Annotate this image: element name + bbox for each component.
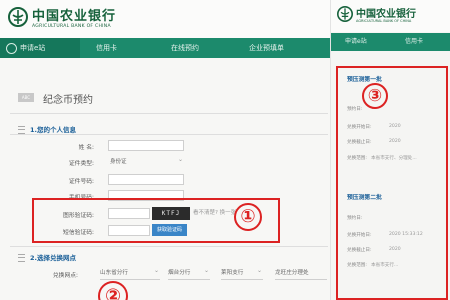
heading-badge: ABC [18,93,34,102]
nav-credit-card[interactable]: 信用卡 [96,38,117,58]
chevron-down-icon: ⌄ [178,156,184,163]
annotation-box-batches [336,66,448,300]
section-list-icon [18,126,25,134]
chevron-down-icon: ⌄ [256,267,262,274]
id-type-label: 证件类型: [68,161,94,167]
brand-header: 中国农业银行 AGRICULTURAL BANK OF CHINA [331,0,450,32]
brand-header: 中国农业银行 AGRICULTURAL BANK OF CHINA [0,0,330,38]
outlet-label: 兑换网点: [52,273,78,279]
annotation-marker-3: ③ [362,83,388,109]
main-nav: 申请e站 信用卡 在线预约 企业预填单 [0,38,330,58]
nav-apply-estation[interactable]: 申请e站 [345,33,367,51]
outlet-subbranch-select[interactable]: 龙旺庄分理处 [275,268,327,280]
page-title: 纪念币预约 [43,95,93,106]
nav-online-booking[interactable]: 在线预约 [171,38,199,58]
id-number-label: 证件号码: [68,179,94,185]
section-personal-info: 1.您的个人信息 [30,126,76,134]
brand-name-en: AGRICULTURAL BANK OF CHINA [32,24,111,29]
annotation-marker-1: ① [234,203,262,231]
brand-name-en: AGRICULTURAL BANK OF CHINA [356,19,412,23]
outlet-branch-select[interactable]: 莱阳支行 ⌄ [221,267,263,280]
name-input[interactable] [108,140,184,151]
chevron-down-icon: ⌄ [153,267,159,274]
nav-credit-card[interactable]: 信用卡 [405,33,423,51]
left-screenshot: 中国农业银行 AGRICULTURAL BANK OF CHINA 申请e站 信… [0,0,330,300]
id-type-select[interactable]: 身份证 [110,157,127,165]
nav-enterprise-form[interactable]: 企业预填单 [249,38,284,58]
chevron-down-icon: ⌄ [203,267,209,274]
section-list-icon [18,254,25,262]
name-label: 姓 名: [78,145,94,151]
abc-logo-icon [337,6,353,22]
id-number-input[interactable] [108,174,184,185]
brand-name-cn: 中国农业银行 [32,9,117,24]
annotation-marker-2: ② [98,281,128,300]
divider [10,113,328,114]
divider [10,134,328,135]
brand-name-cn: 中国农业银行 [356,9,416,20]
nav-apply-estation[interactable]: 申请e站 [0,38,80,58]
divider [10,246,328,247]
section-select-outlet: 2.选择兑换网点 [30,254,76,262]
outlet-province-select[interactable]: 山东省分行 ⌄ [100,267,160,280]
main-nav: 申请e站 信用卡 [331,33,450,51]
abc-logo-icon [8,7,28,27]
outlet-city-select[interactable]: 烟台分行 ⌄ [168,267,210,280]
apply-icon [6,43,17,54]
